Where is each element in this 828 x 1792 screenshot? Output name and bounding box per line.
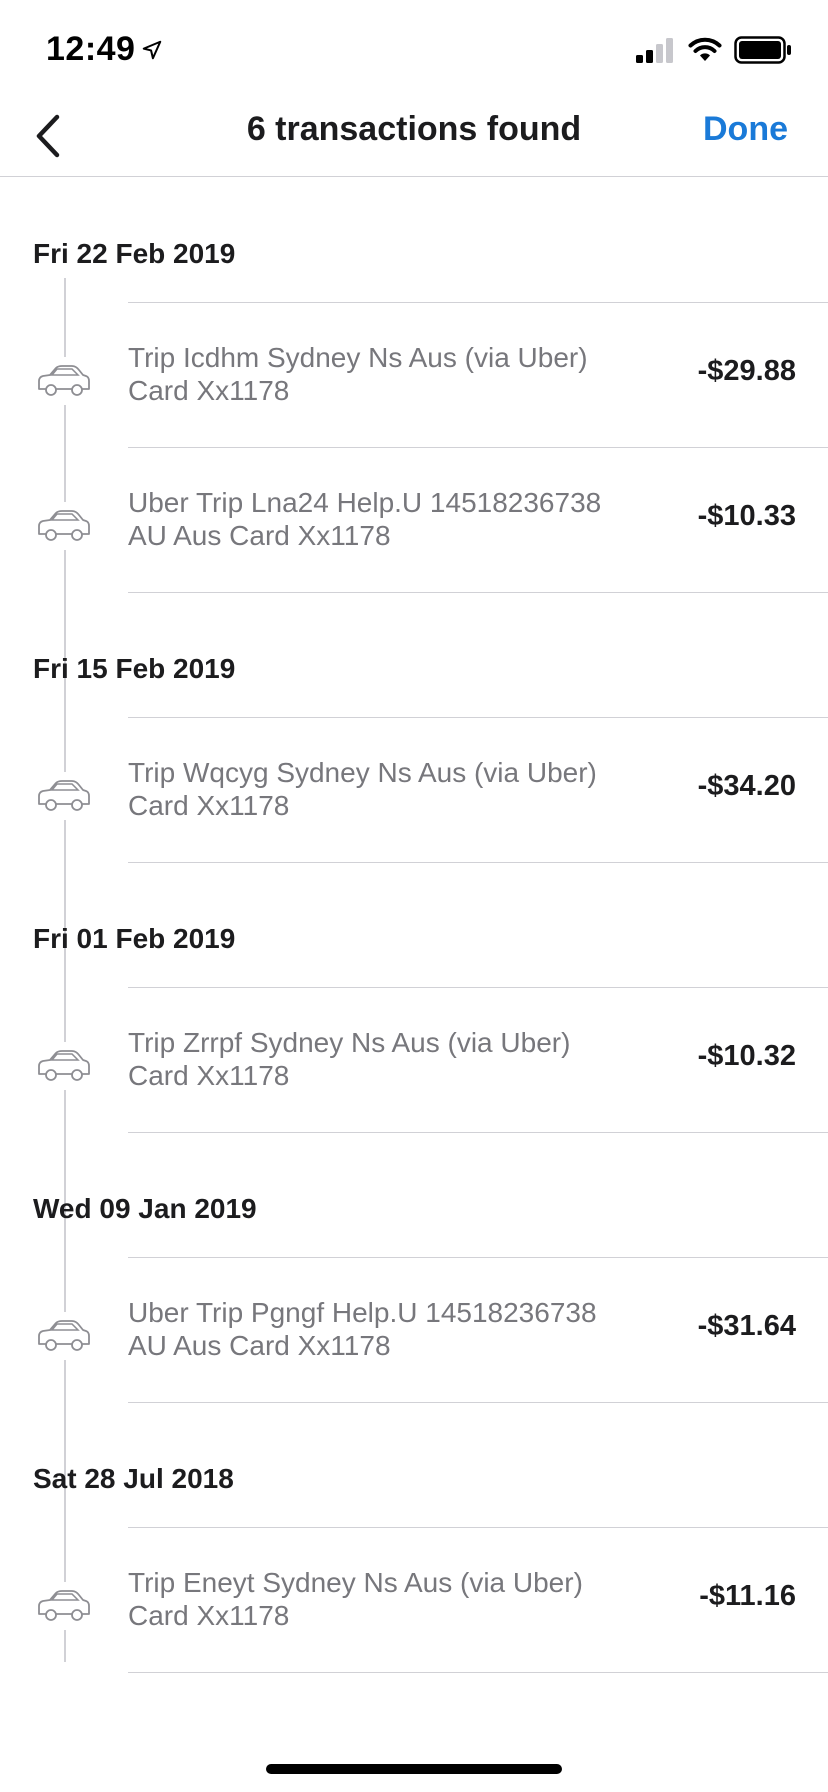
navigation-bar: 6 transactions found Done xyxy=(0,100,828,177)
car-icon xyxy=(36,357,92,405)
transaction-description: Trip Icdhm Sydney Ns Aus (via Uber) Card… xyxy=(128,342,588,406)
transaction-row[interactable]: Trip Zrrpf Sydney Ns Aus (via Uber) Card… xyxy=(36,987,828,1133)
car-icon xyxy=(36,502,92,550)
date-label: Fri 01 Feb 2019 xyxy=(33,923,236,954)
transaction-description: Trip Wqcyg Sydney Ns Aus (via Uber) Card… xyxy=(128,757,597,821)
transaction-row[interactable]: Uber Trip Lna24 Help.U 14518236738 AU Au… xyxy=(36,447,828,593)
transaction-description: Uber Trip Lna24 Help.U 14518236738 AU Au… xyxy=(128,487,602,551)
transaction-row[interactable]: Trip Eneyt Sydney Ns Aus (via Uber) Card… xyxy=(36,1527,828,1673)
date-header: Fri 01 Feb 2019 xyxy=(0,863,828,987)
transaction-description: Trip Eneyt Sydney Ns Aus (via Uber) Card… xyxy=(128,1567,583,1631)
date-header: Sat 28 Jul 2018 xyxy=(0,1403,828,1527)
home-indicator[interactable] xyxy=(266,1764,562,1774)
date-header: Fri 15 Feb 2019 xyxy=(0,593,828,717)
transaction-amount: -$29.88 xyxy=(697,355,796,387)
date-group: Wed 09 Jan 2019 Uber Trip Pgngf Help.U 1… xyxy=(0,1133,828,1403)
transaction-description: Uber Trip Pgngf Help.U 14518236738 AU Au… xyxy=(128,1297,597,1361)
car-icon xyxy=(36,1582,92,1630)
done-button[interactable]: Done xyxy=(703,110,788,149)
transaction-row[interactable]: Uber Trip Pgngf Help.U 14518236738 AU Au… xyxy=(36,1257,828,1403)
transaction-row[interactable]: Trip Icdhm Sydney Ns Aus (via Uber) Card… xyxy=(36,302,828,447)
status-icons xyxy=(636,36,792,64)
date-group: Sat 28 Jul 2018 Trip Eneyt Sydney Ns Aus… xyxy=(0,1403,828,1673)
transaction-amount: -$10.32 xyxy=(697,1040,796,1072)
date-header: Fri 22 Feb 2019 xyxy=(0,178,828,302)
status-time: 12:49 xyxy=(46,30,163,69)
date-label: Fri 22 Feb 2019 xyxy=(33,238,236,269)
transaction-amount: -$34.20 xyxy=(697,770,796,802)
transaction-list: Fri 22 Feb 2019 Trip Icdhm Sydney Ns Aus… xyxy=(0,178,828,1673)
date-label: Fri 15 Feb 2019 xyxy=(33,653,236,684)
transaction-amount: -$10.33 xyxy=(697,500,796,532)
car-icon xyxy=(36,772,92,820)
status-bar: 12:49 xyxy=(0,0,828,100)
date-label: Sat 28 Jul 2018 xyxy=(33,1463,234,1494)
transaction-row[interactable]: Trip Wqcyg Sydney Ns Aus (via Uber) Card… xyxy=(36,717,828,863)
wifi-icon xyxy=(688,37,722,61)
transaction-amount: -$11.16 xyxy=(699,1580,796,1612)
transaction-description: Trip Zrrpf Sydney Ns Aus (via Uber) Card… xyxy=(128,1027,571,1091)
date-label: Wed 09 Jan 2019 xyxy=(33,1193,257,1224)
car-icon xyxy=(36,1312,92,1360)
date-group: Fri 15 Feb 2019 Trip Wqcyg Sydney Ns Aus… xyxy=(0,593,828,863)
date-header: Wed 09 Jan 2019 xyxy=(0,1133,828,1257)
car-icon xyxy=(36,1042,92,1090)
battery-icon xyxy=(734,36,791,64)
status-time-text: 12:49 xyxy=(46,30,136,68)
signal-icon xyxy=(636,38,673,63)
transaction-amount: -$31.64 xyxy=(697,1310,796,1342)
location-arrow-icon xyxy=(143,40,162,59)
date-group: Fri 22 Feb 2019 Trip Icdhm Sydney Ns Aus… xyxy=(0,178,828,593)
date-group: Fri 01 Feb 2019 Trip Zrrpf Sydney Ns Aus… xyxy=(0,863,828,1133)
